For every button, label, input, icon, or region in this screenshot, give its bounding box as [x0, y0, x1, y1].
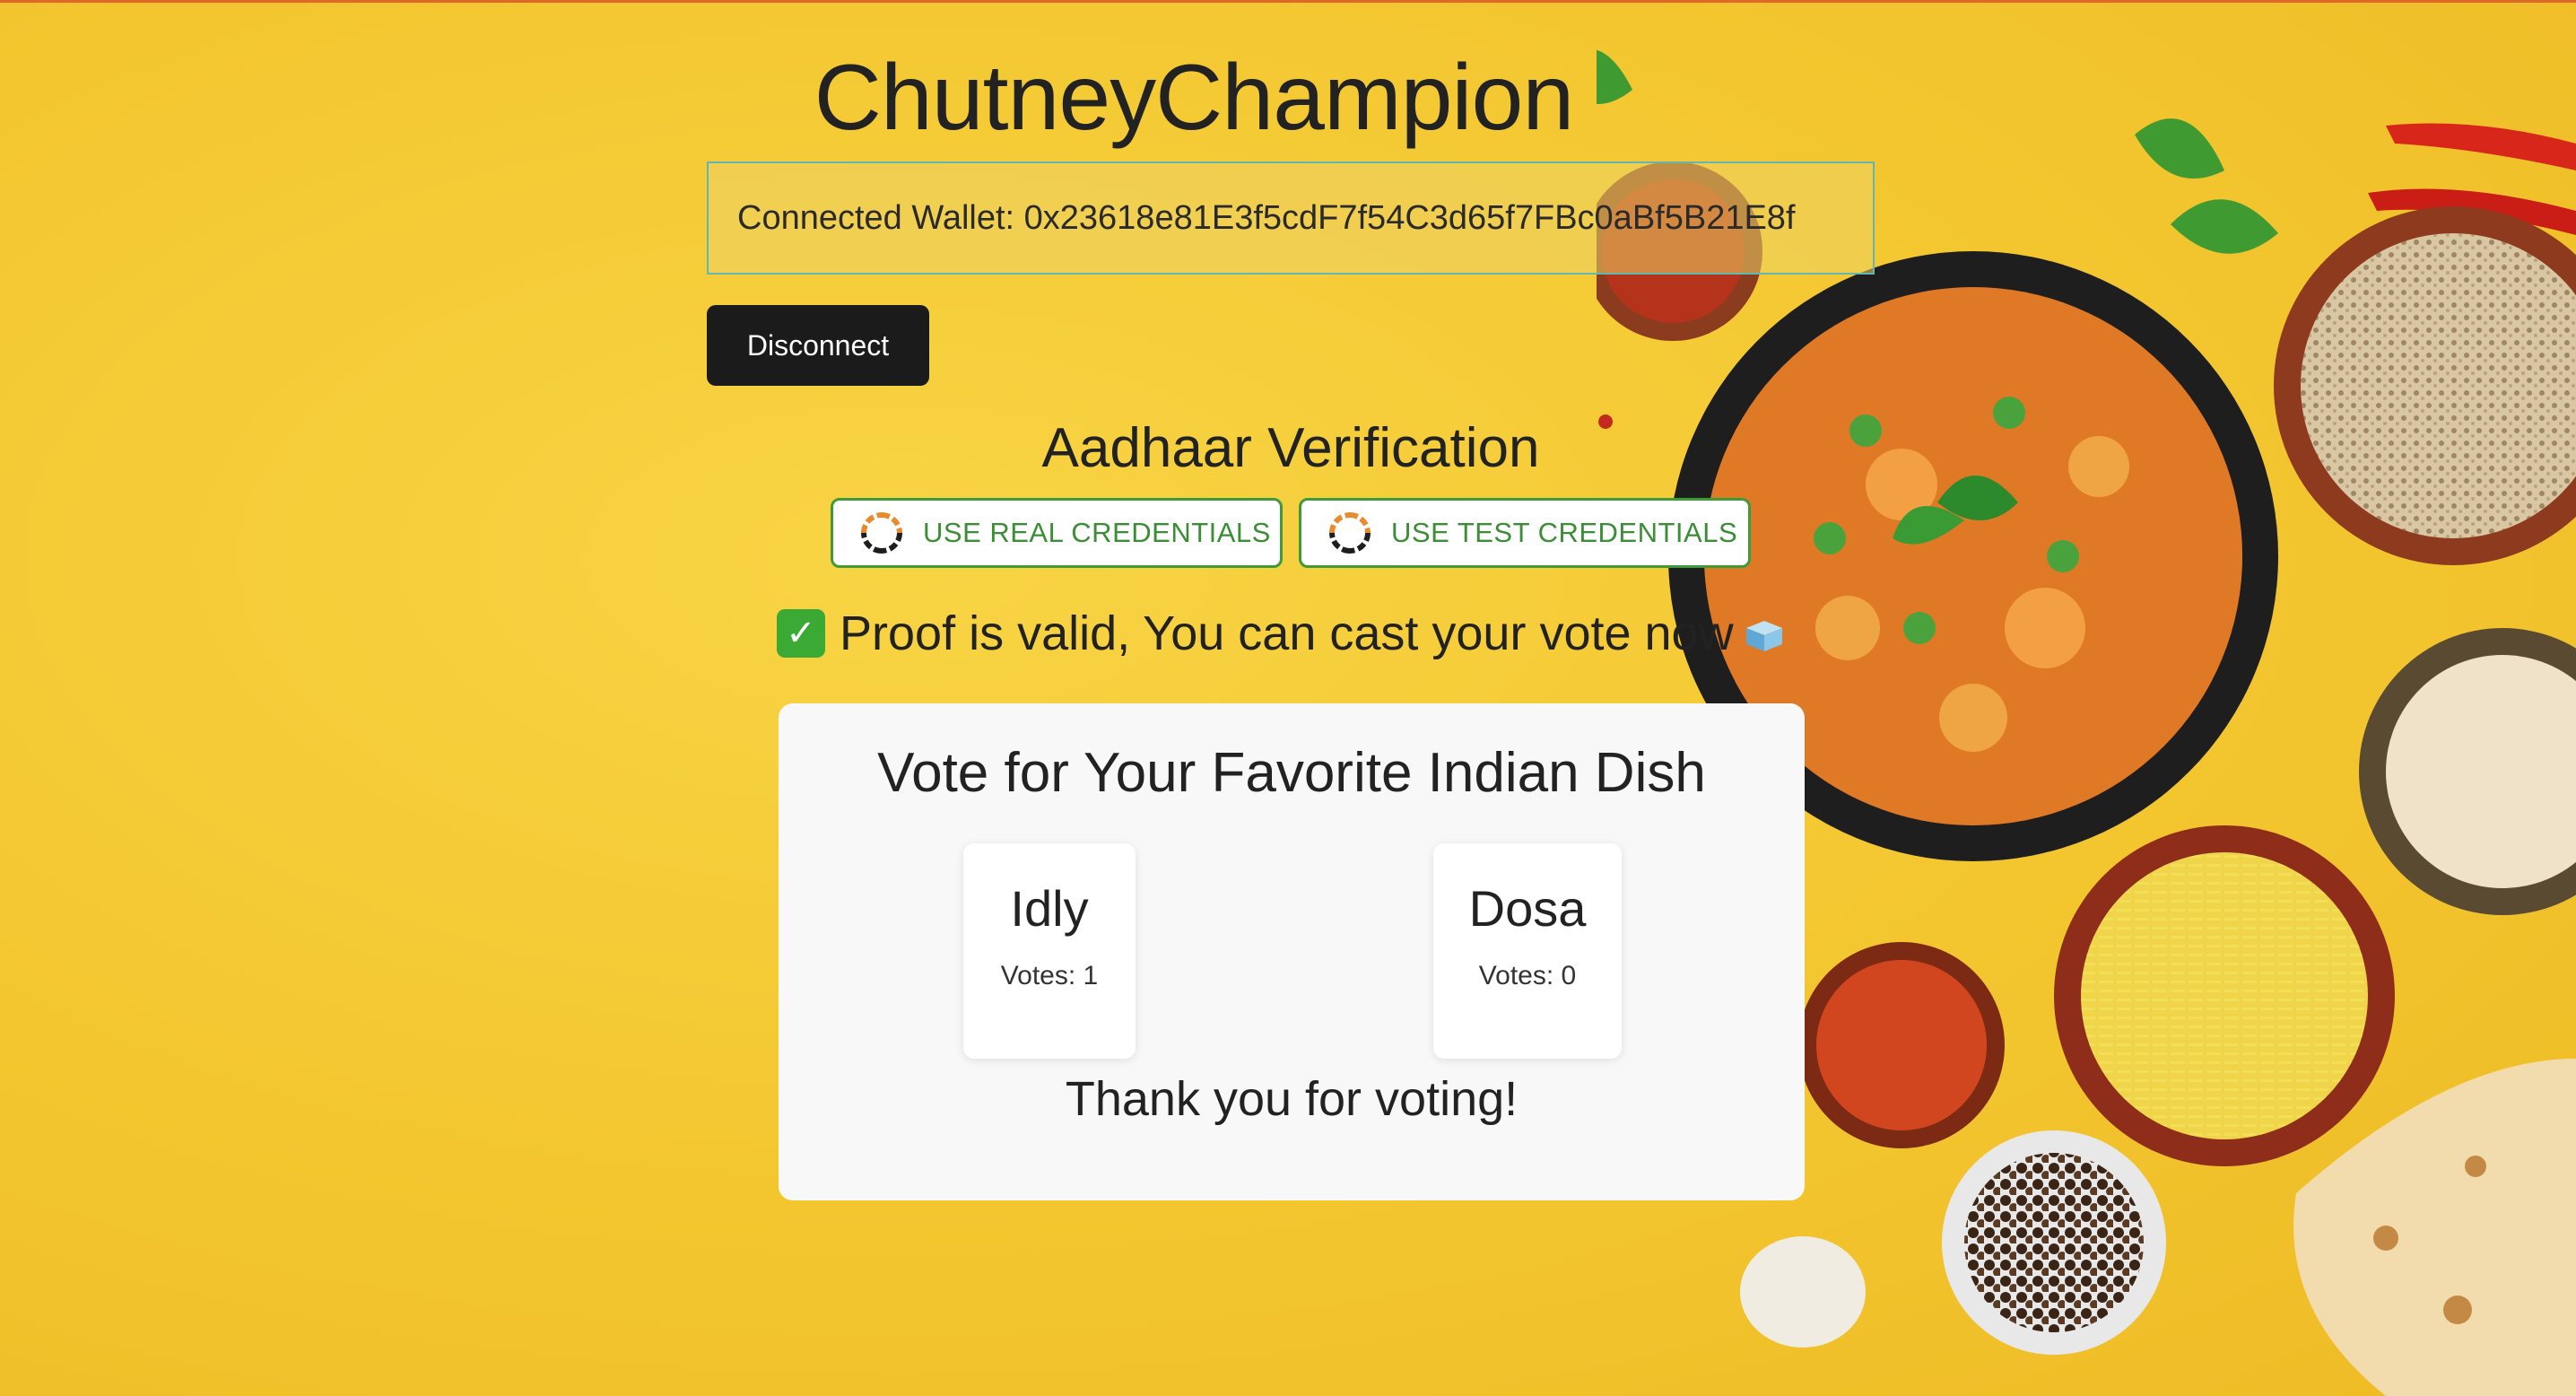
- disconnect-button[interactable]: Disconnect: [707, 305, 929, 386]
- use-real-credentials-label: USE REAL CREDENTIALS: [923, 517, 1271, 548]
- dish-name: Idly: [1010, 880, 1089, 937]
- dish-option-dosa[interactable]: Dosa Votes: 0: [1433, 843, 1622, 1059]
- ballot-box-icon: [1745, 621, 1782, 651]
- proof-status-message: ✓ Proof is valid, You can cast your vote…: [777, 606, 1880, 661]
- connected-wallet-display: Connected Wallet: 0x23618e81E3f5cdF7f54C…: [707, 161, 1875, 275]
- use-real-credentials-button[interactable]: USE REAL CREDENTIALS: [831, 498, 1283, 568]
- use-test-credentials-label: USE TEST CREDENTIALS: [1391, 517, 1738, 548]
- aadhaar-logo-icon: [1329, 512, 1371, 554]
- dish-vote-count: Votes: 1: [1000, 961, 1099, 990]
- thank-you-message: Thank you for voting!: [1065, 1072, 1519, 1126]
- aadhaar-verification-heading: Aadhaar Verification: [1041, 417, 1540, 479]
- check-mark-icon: ✓: [777, 609, 825, 658]
- proof-status-text: Proof is valid, You can cast your vote n…: [840, 606, 1734, 660]
- dish-vote-count: Votes: 0: [1478, 961, 1577, 990]
- vote-panel: Vote for Your Favorite Indian Dish Idly …: [779, 703, 1805, 1200]
- use-test-credentials-button[interactable]: USE TEST CREDENTIALS: [1299, 498, 1751, 568]
- vote-panel-title: Vote for Your Favorite Indian Dish: [877, 742, 1706, 804]
- dish-option-idly[interactable]: Idly Votes: 1: [963, 843, 1136, 1059]
- app-title: ChutneyChampion: [814, 46, 1574, 150]
- wallet-address-text: Connected Wallet: 0x23618e81E3f5cdF7f54C…: [737, 198, 1796, 237]
- aadhaar-logo-icon: [861, 512, 902, 554]
- dish-name: Dosa: [1468, 880, 1587, 937]
